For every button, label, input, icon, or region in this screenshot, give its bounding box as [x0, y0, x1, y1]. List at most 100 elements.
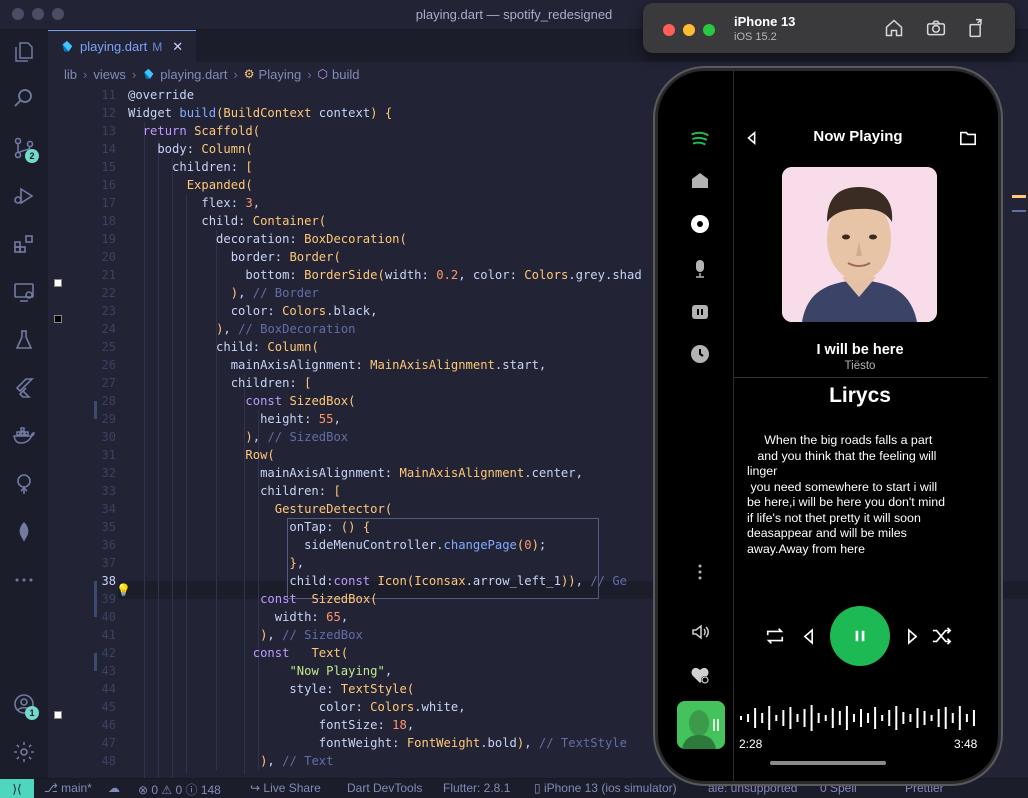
- breadcrumb-file[interactable]: playing.dart: [160, 67, 227, 82]
- code-text[interactable]: @override: [128, 86, 194, 104]
- activity-bar: 2 1: [0, 30, 48, 778]
- breadcrumb-class[interactable]: Playing: [259, 67, 302, 82]
- code-text[interactable]: color: Colors.white,: [128, 698, 466, 716]
- tab-close-icon[interactable]: ✕: [172, 39, 183, 55]
- code-text[interactable]: ), // BoxDecoration: [128, 320, 355, 338]
- code-text[interactable]: children: [: [128, 374, 312, 392]
- live-share-status[interactable]: ↪ Live Share: [250, 781, 321, 795]
- code-text[interactable]: style: TextStyle(: [128, 680, 414, 698]
- home-icon[interactable]: [883, 17, 905, 39]
- code-text[interactable]: child:const Icon(Iconsax.arrow_left_1)),…: [128, 572, 627, 590]
- simulator-zoom-button[interactable]: [703, 24, 715, 36]
- code-text[interactable]: child: Column(: [128, 338, 319, 356]
- problems-status[interactable]: ⊗ 0 ⚠ 0 ⓘ 148: [138, 781, 221, 798]
- volume-icon[interactable]: [689, 621, 711, 643]
- code-text[interactable]: ), // Text: [128, 752, 333, 770]
- more-icon[interactable]: [10, 566, 38, 594]
- code-text[interactable]: },: [128, 554, 304, 572]
- video-icon[interactable]: [689, 301, 711, 323]
- more-vertical-icon[interactable]: [689, 561, 711, 583]
- code-text[interactable]: return Scaffold(: [128, 122, 260, 140]
- simulator-toolbar: iPhone 13 iOS 15.2: [643, 3, 1015, 53]
- clock-icon[interactable]: [689, 343, 711, 365]
- code-text[interactable]: const SizedBox(: [128, 590, 377, 608]
- tab-playing-dart[interactable]: playing.dart M ✕: [48, 30, 196, 62]
- leaf-icon[interactable]: [10, 518, 38, 546]
- home-indicator[interactable]: [770, 761, 886, 765]
- repeat-icon[interactable]: [762, 625, 788, 647]
- screenshot-camera-icon[interactable]: [925, 17, 947, 39]
- breadcrumb-lib[interactable]: lib: [64, 67, 77, 82]
- code-text[interactable]: children: [: [128, 482, 341, 500]
- code-text[interactable]: border: Border(: [128, 248, 341, 266]
- code-text[interactable]: fontWeight: FontWeight.bold), // TextSty…: [128, 734, 627, 752]
- code-text[interactable]: body: Column(: [128, 140, 252, 158]
- code-text[interactable]: ), // SizedBox: [128, 626, 363, 644]
- sync-icon[interactable]: ☁: [108, 781, 120, 795]
- code-text[interactable]: decoration: BoxDecoration(: [128, 230, 407, 248]
- previous-track-icon[interactable]: [800, 626, 816, 646]
- code-text[interactable]: mainAxisAlignment: MainAxisAlignment.sta…: [128, 356, 547, 374]
- code-text[interactable]: onTap: () {: [128, 518, 370, 536]
- method-symbol-icon: ⬡: [317, 67, 329, 81]
- extensions-icon[interactable]: [10, 230, 38, 258]
- code-text[interactable]: height: 55,: [128, 410, 341, 428]
- code-text[interactable]: flex: 3,: [128, 194, 260, 212]
- breadcrumb-views[interactable]: views: [93, 67, 126, 82]
- simulator-close-button[interactable]: [663, 24, 675, 36]
- breadcrumb-method[interactable]: build: [332, 67, 359, 82]
- code-text[interactable]: const SizedBox(: [128, 392, 355, 410]
- mini-album-thumbnail[interactable]: [677, 701, 725, 749]
- git-branch-status[interactable]: ⎇ main*: [44, 781, 92, 795]
- explorer-icon[interactable]: [10, 38, 38, 66]
- code-text[interactable]: "Now Playing",: [128, 662, 392, 680]
- settings-gear-icon[interactable]: [10, 738, 38, 766]
- remote-explorer-icon[interactable]: [10, 278, 38, 306]
- waveform-bar: [895, 706, 898, 730]
- album-art-image: [782, 167, 937, 322]
- code-text[interactable]: child: Container(: [128, 212, 326, 230]
- code-text[interactable]: width: 65,: [128, 608, 348, 626]
- chevron-right-icon: ›: [307, 66, 312, 82]
- shuffle-icon[interactable]: [930, 625, 954, 647]
- docker-icon[interactable]: [10, 422, 38, 450]
- rotate-icon[interactable]: [965, 17, 987, 39]
- code-text[interactable]: const Text(: [128, 644, 348, 662]
- waveform-bar: [923, 711, 926, 725]
- code-text[interactable]: color: Colors.black,: [128, 302, 378, 320]
- tree-icon[interactable]: [10, 470, 38, 498]
- code-text[interactable]: ), // Border: [128, 284, 319, 302]
- code-text[interactable]: sideMenuController.changePage(0);: [128, 536, 546, 554]
- simulator-minimize-button[interactable]: [683, 24, 695, 36]
- back-arrow-icon[interactable]: [743, 129, 761, 147]
- folder-icon[interactable]: [958, 128, 978, 148]
- chevron-right-icon: ›: [233, 66, 238, 82]
- next-track-icon[interactable]: [904, 626, 920, 646]
- audio-waveform-progress[interactable]: [738, 703, 982, 733]
- code-text[interactable]: bottom: BorderSide(width: 0.2, color: Co…: [128, 266, 641, 284]
- heart-add-icon[interactable]: [689, 665, 711, 687]
- code-text[interactable]: fontSize: 18,: [128, 716, 414, 734]
- code-text[interactable]: ), // SizedBox: [128, 428, 348, 446]
- code-text[interactable]: children: [: [128, 158, 253, 176]
- run-debug-icon[interactable]: [10, 182, 38, 210]
- editor-overview-ruler[interactable]: [1010, 180, 1028, 780]
- code-text[interactable]: GestureDetector(: [128, 500, 392, 518]
- remote-indicator-icon[interactable]: ⟩⟨: [0, 779, 34, 798]
- code-text[interactable]: Row(: [128, 446, 274, 464]
- code-text[interactable]: Widget build(BuildContext context) {: [128, 104, 392, 122]
- testing-icon[interactable]: [10, 326, 38, 354]
- code-text[interactable]: Expanded(: [128, 176, 253, 194]
- flutter-icon[interactable]: [10, 374, 38, 402]
- microphone-icon[interactable]: [689, 257, 711, 279]
- line-number: 47: [101, 736, 116, 750]
- pause-button[interactable]: [830, 606, 890, 666]
- code-text[interactable]: mainAxisAlignment: MainAxisAlignment.cen…: [128, 464, 583, 482]
- device-status[interactable]: ▯ iPhone 13 (ios simulator): [534, 781, 677, 795]
- home-icon[interactable]: [689, 169, 711, 191]
- spotify-logo-icon[interactable]: [687, 125, 713, 151]
- search-icon[interactable]: [10, 84, 38, 112]
- flutter-version-status[interactable]: Flutter: 2.8.1: [443, 781, 510, 795]
- disc-icon[interactable]: [689, 213, 711, 235]
- dart-devtools-status[interactable]: Dart DevTools: [347, 781, 422, 795]
